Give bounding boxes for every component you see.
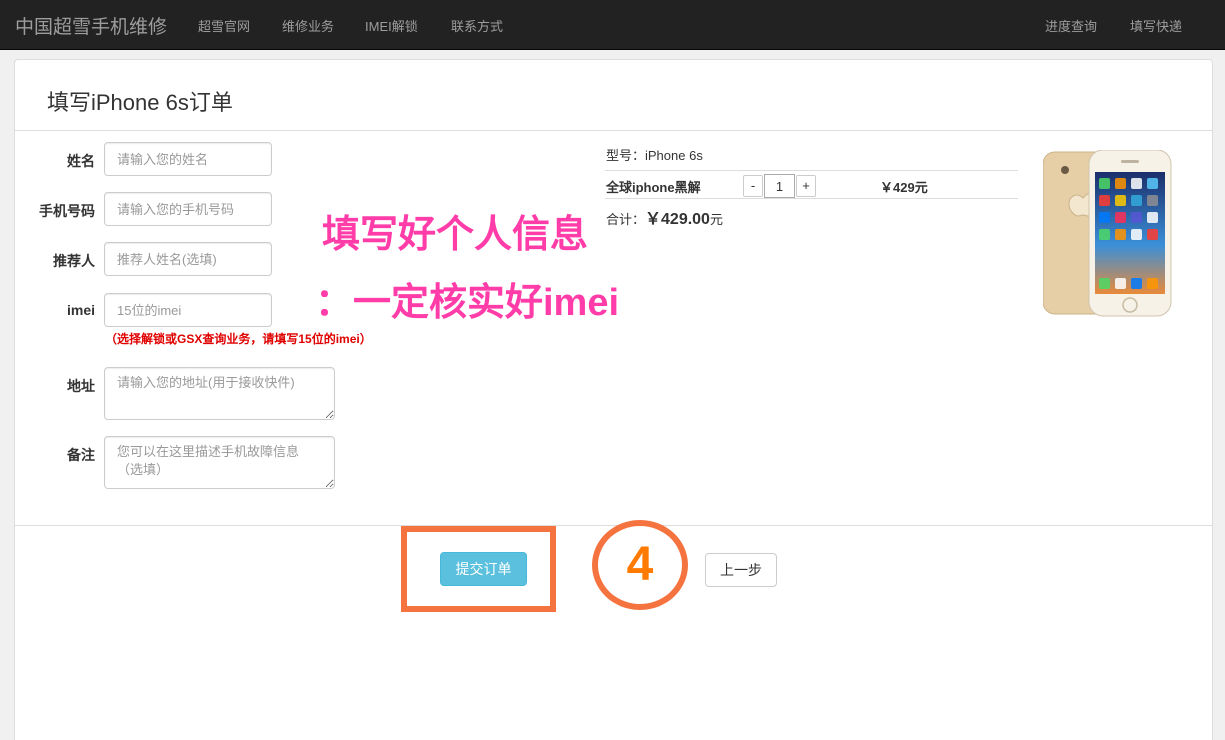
header-divider (15, 130, 1212, 131)
referrer-label: 推荐人 (53, 253, 95, 269)
order-panel: 填写iPhone 6s订单 姓名 手机号码 推荐人 imei （选择解锁或GSX… (14, 59, 1213, 740)
total-unit: 元 (709, 212, 723, 227)
remark-label: 备注 (67, 447, 95, 463)
phone-input[interactable] (104, 192, 272, 226)
qty-plus-button[interactable]: + (796, 175, 816, 197)
phone-label: 手机号码 (39, 203, 95, 219)
name-input[interactable] (104, 142, 272, 176)
total-row: 合计：￥429.00元 (606, 205, 723, 229)
footer-divider (15, 525, 1212, 526)
step-number-badge: 4 (592, 520, 688, 610)
brand-logo[interactable]: 中国超雪手机维修 (15, 12, 167, 39)
service-name: 全球iphone黑解 (606, 180, 701, 195)
imei-label: imei (66, 302, 95, 318)
top-navbar: 中国超雪手机维修 超雪官网 维修业务 IMEI解锁 联系方式 进度查询 填写快递 (0, 0, 1225, 50)
model-text: 型号：iPhone 6s (606, 148, 703, 163)
annotation-fill-info: 填写好个人信息 (322, 214, 589, 256)
spec-divider-2 (605, 198, 1018, 199)
address-textarea[interactable] (104, 367, 335, 420)
iphone-6s-image (1043, 150, 1172, 317)
annotation-check-imei: ：一定核实好imei (315, 282, 620, 324)
submit-order-button[interactable]: 提交订单 (440, 552, 527, 586)
nav-link-progress[interactable]: 进度查询 (1045, 16, 1097, 35)
qty-minus-button[interactable]: - (743, 175, 763, 197)
nav-link-contact[interactable]: 联系方式 (451, 16, 503, 35)
page-title: 填写iPhone 6s订单 (47, 90, 233, 115)
imei-hint: （选择解锁或GSX查询业务，请填写15位的imei） (105, 332, 372, 346)
service-price: ￥429元 (880, 180, 928, 195)
nav-link-express[interactable]: 填写快递 (1130, 16, 1182, 35)
remark-textarea[interactable] (104, 436, 335, 489)
nav-link-repair[interactable]: 维修业务 (282, 16, 334, 35)
total-label: 合计： (606, 212, 646, 227)
nav-link-imei-unlock[interactable]: IMEI解锁 (365, 16, 418, 35)
back-button[interactable]: 上一步 (705, 553, 777, 587)
qty-input[interactable] (764, 174, 795, 198)
spec-divider (605, 170, 1018, 171)
imei-input[interactable] (104, 293, 272, 327)
nav-link-official[interactable]: 超雪官网 (198, 16, 250, 35)
referrer-input[interactable] (104, 242, 272, 276)
address-label: 地址 (67, 378, 95, 394)
total-value: ￥429.00 (645, 211, 710, 228)
name-label: 姓名 (67, 153, 95, 169)
